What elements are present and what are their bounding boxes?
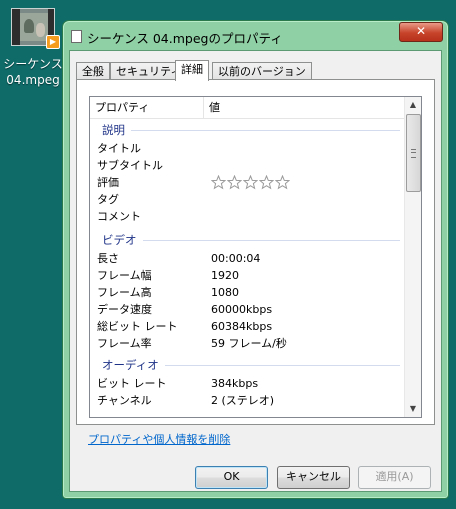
list-item[interactable]: 総ビット レート 60384kbps <box>97 318 397 335</box>
property-name: タイトル <box>97 142 141 155</box>
column-header-value[interactable]: 値 <box>204 97 399 118</box>
close-button[interactable]: ✕ <box>399 22 443 42</box>
group-label: 説明 <box>102 122 131 138</box>
group-divider <box>102 130 400 131</box>
details-panel: プロパティ 値 説明 タイトル サブタイトル 評価 タグ コメント ビデオ 長さ… <box>76 79 435 425</box>
list-item[interactable]: サブタイトル <box>97 157 397 174</box>
property-name: フレーム幅 <box>97 269 152 282</box>
play-badge-icon: ▶ <box>46 35 60 49</box>
list-item[interactable]: 評価 <box>97 174 397 191</box>
star-icon[interactable] <box>211 175 226 190</box>
scrollbar-thumb[interactable] <box>406 114 421 192</box>
film-strip-left <box>12 9 20 45</box>
property-name: 総ビット レート <box>97 320 178 333</box>
star-icon[interactable] <box>259 175 274 190</box>
group-divider <box>102 240 400 241</box>
group-video: ビデオ <box>102 232 400 248</box>
property-name: データ速度 <box>97 303 152 316</box>
video-thumbnail: ▶ <box>11 8 60 49</box>
property-name: タグ <box>97 193 119 206</box>
property-value: 384kbps <box>211 377 259 390</box>
title-bar[interactable]: シーケンス 04.mpegのプロパティ ✕ <box>63 21 448 51</box>
column-header-property[interactable]: プロパティ <box>90 97 204 118</box>
properties-window: シーケンス 04.mpegのプロパティ ✕ 全般 セキュリティ 詳細 以前のバー… <box>62 20 449 499</box>
property-value: 60000kbps <box>211 303 273 316</box>
list-item[interactable]: タグ <box>97 191 397 208</box>
property-name: チャンネル <box>97 394 152 407</box>
property-value: 2 (ステレオ) <box>211 394 275 407</box>
property-value: 1080 <box>211 286 239 299</box>
desktop-file-icon[interactable]: ▶ シーケンス 04.mpeg <box>3 8 63 88</box>
group-description: 説明 <box>102 122 400 138</box>
list-item[interactable]: タイトル <box>97 140 397 157</box>
desktop-file-label-line1: シーケンス <box>3 57 63 71</box>
tab-details[interactable]: 詳細 <box>175 60 209 81</box>
group-label: ビデオ <box>102 232 143 248</box>
property-name: フレーム率 <box>97 337 152 350</box>
property-name: ビット レート <box>97 377 167 390</box>
list-item[interactable]: コメント <box>97 208 397 225</box>
property-name: コメント <box>97 210 141 223</box>
remove-properties-link[interactable]: プロパティや個人情報を削除 <box>88 431 230 447</box>
list-item[interactable]: フレーム率 59 フレーム/秒 <box>97 335 397 352</box>
property-name: フレーム高 <box>97 286 152 299</box>
property-list[interactable]: プロパティ 値 説明 タイトル サブタイトル 評価 タグ コメント ビデオ 長さ… <box>89 96 422 418</box>
property-name: 長さ <box>97 252 119 265</box>
desktop-file-label: シーケンス 04.mpeg <box>3 56 63 88</box>
star-icon[interactable] <box>275 175 290 190</box>
document-icon <box>71 30 82 43</box>
grip-icon <box>411 149 416 158</box>
vertical-scrollbar[interactable]: ▲ ▼ <box>404 97 421 417</box>
list-body: 説明 タイトル サブタイトル 評価 タグ コメント ビデオ 長さ 00:00:0… <box>90 119 404 417</box>
ok-button[interactable]: OK <box>195 466 268 489</box>
tab-general[interactable]: 全般 <box>76 62 110 80</box>
list-item[interactable]: チャンネル 2 (ステレオ) <box>97 392 397 409</box>
list-header: プロパティ 値 <box>90 97 404 119</box>
list-item[interactable]: 長さ 00:00:04 <box>97 250 397 267</box>
thumbnail-picture <box>20 13 48 41</box>
star-icon[interactable] <box>227 175 242 190</box>
star-icon[interactable] <box>243 175 258 190</box>
window-title: シーケンス 04.mpegのプロパティ <box>87 31 283 46</box>
property-name: サブタイトル <box>97 159 163 172</box>
list-item[interactable]: ビット レート 384kbps <box>97 375 397 392</box>
apply-button[interactable]: 適用(A) <box>358 466 431 489</box>
group-label: オーディオ <box>102 357 165 373</box>
dialog-client-area: 全般 セキュリティ 詳細 以前のバージョン プロパティ 値 説明 タイトル サブ… <box>69 50 442 492</box>
property-name: 評価 <box>97 176 119 189</box>
cancel-button[interactable]: キャンセル <box>277 466 350 489</box>
desktop-file-label-line2: 04.mpeg <box>6 73 60 87</box>
group-audio: オーディオ <box>102 357 400 373</box>
tab-previous-versions[interactable]: 以前のバージョン <box>212 62 312 80</box>
list-item[interactable]: データ速度 60000kbps <box>97 301 397 318</box>
property-value: 1920 <box>211 269 239 282</box>
rating-stars[interactable] <box>211 175 291 190</box>
list-item[interactable]: フレーム高 1080 <box>97 284 397 301</box>
property-value: 00:00:04 <box>211 252 261 265</box>
scroll-down-arrow-icon[interactable]: ▼ <box>405 401 421 417</box>
property-value: 59 フレーム/秒 <box>211 337 287 350</box>
property-value: 60384kbps <box>211 320 273 333</box>
scroll-up-arrow-icon[interactable]: ▲ <box>405 97 421 113</box>
list-item[interactable]: フレーム幅 1920 <box>97 267 397 284</box>
